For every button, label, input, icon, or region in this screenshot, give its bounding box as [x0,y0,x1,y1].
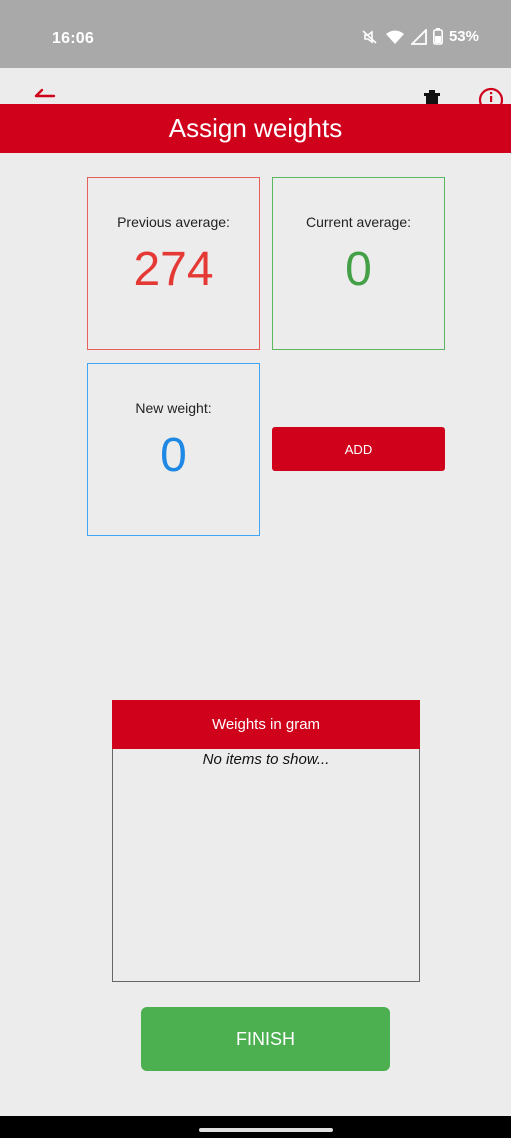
weights-list-empty-text: No items to show... [202,751,330,768]
weights-list-header: Weights in gram [112,700,420,749]
status-time: 16:06 [52,30,94,47]
mute-icon [361,29,379,45]
new-weight-label: New weight: [135,400,212,416]
current-average-value: 0 [345,243,372,296]
previous-average-card: Previous average: 274 [87,177,260,350]
battery-icon [432,28,443,45]
new-weight-value[interactable]: 0 [160,428,187,484]
add-button[interactable]: ADD [272,427,445,471]
status-bar: 16:06 53% [0,0,511,68]
signal-icon [410,28,427,45]
weights-list: Weights in gram No items to show... [112,700,420,982]
status-icons: 53% [361,28,479,45]
info-icon[interactable] [478,86,504,113]
navigation-bar [0,1116,511,1138]
current-average-label: Current average: [305,214,412,230]
finish-button[interactable]: FINISH [141,1007,390,1071]
previous-average-label: Previous average: [117,214,230,230]
home-gesture-handle[interactable] [199,1128,333,1132]
wifi-icon [385,29,405,45]
back-arrow-icon[interactable] [30,86,56,104]
current-average-card: Current average: 0 [272,177,445,350]
page-title: Assign weights [0,104,511,153]
trash-icon[interactable] [423,87,441,104]
previous-average-value: 274 [133,243,214,296]
battery-percent: 53% [448,28,479,45]
new-weight-card[interactable]: New weight: 0 [87,363,260,536]
